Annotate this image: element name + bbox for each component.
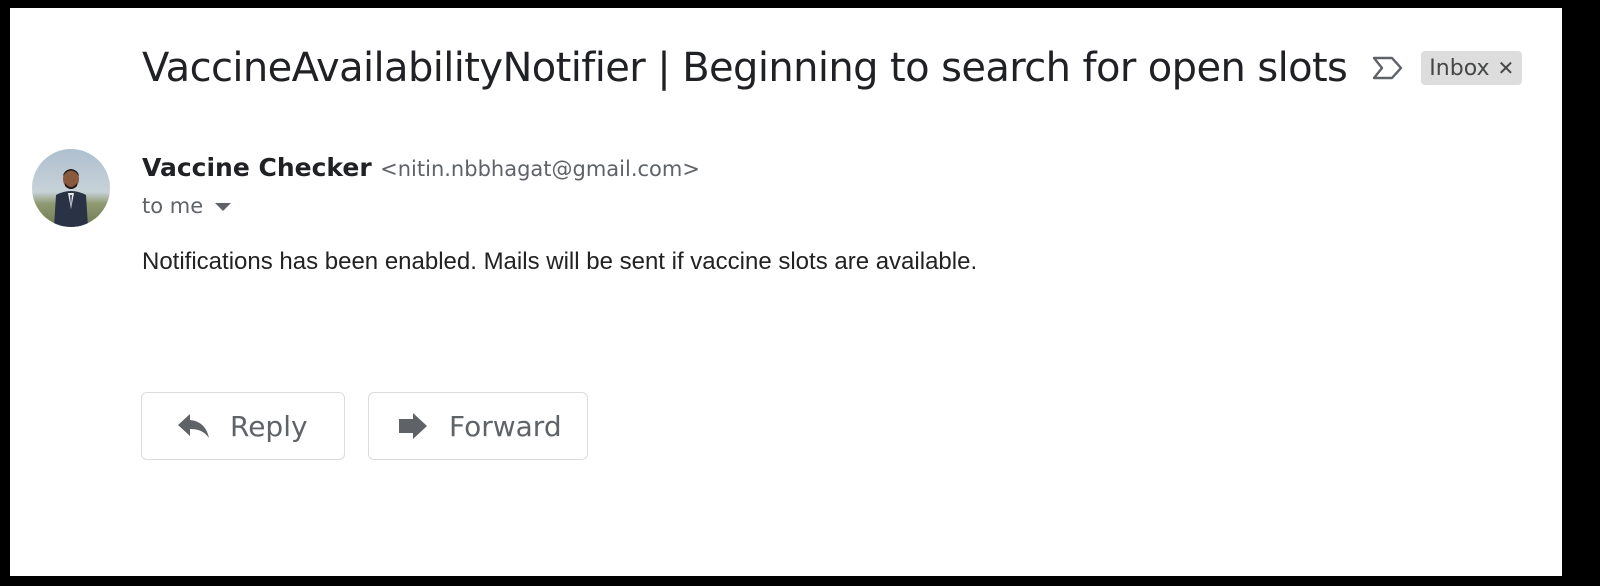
subject-row: VaccineAvailabilityNotifier | Beginning …	[142, 42, 1523, 94]
forward-icon	[395, 410, 431, 442]
recipient-details-toggle[interactable]: to me	[142, 194, 232, 218]
reply-label: Reply	[230, 409, 308, 443]
sender-line: Vaccine Checker <nitin.nbbhagat@gmail.co…	[142, 153, 700, 182]
reply-button[interactable]: Reply	[141, 392, 345, 460]
avatar[interactable]	[32, 149, 110, 227]
label-chip-inbox: Inbox ✕	[1421, 51, 1523, 85]
sender-email: <nitin.nbbhagat@gmail.com>	[380, 157, 700, 181]
email-view: VaccineAvailabilityNotifier | Beginning …	[10, 8, 1562, 576]
email-subject: VaccineAvailabilityNotifier | Beginning …	[142, 45, 1348, 91]
recipient-text: to me	[142, 194, 204, 218]
forward-label: Forward	[449, 409, 562, 443]
forward-button[interactable]: Forward	[368, 392, 588, 460]
label-chip-text: Inbox	[1429, 55, 1490, 81]
close-icon[interactable]: ✕	[1498, 58, 1515, 78]
chevron-down-icon[interactable]	[215, 203, 232, 211]
sender-name[interactable]: Vaccine Checker	[142, 153, 372, 182]
importance-marker-icon[interactable]	[1371, 54, 1405, 82]
reply-icon	[176, 410, 212, 442]
email-body: Notifications has been enabled. Mails wi…	[142, 248, 978, 275]
